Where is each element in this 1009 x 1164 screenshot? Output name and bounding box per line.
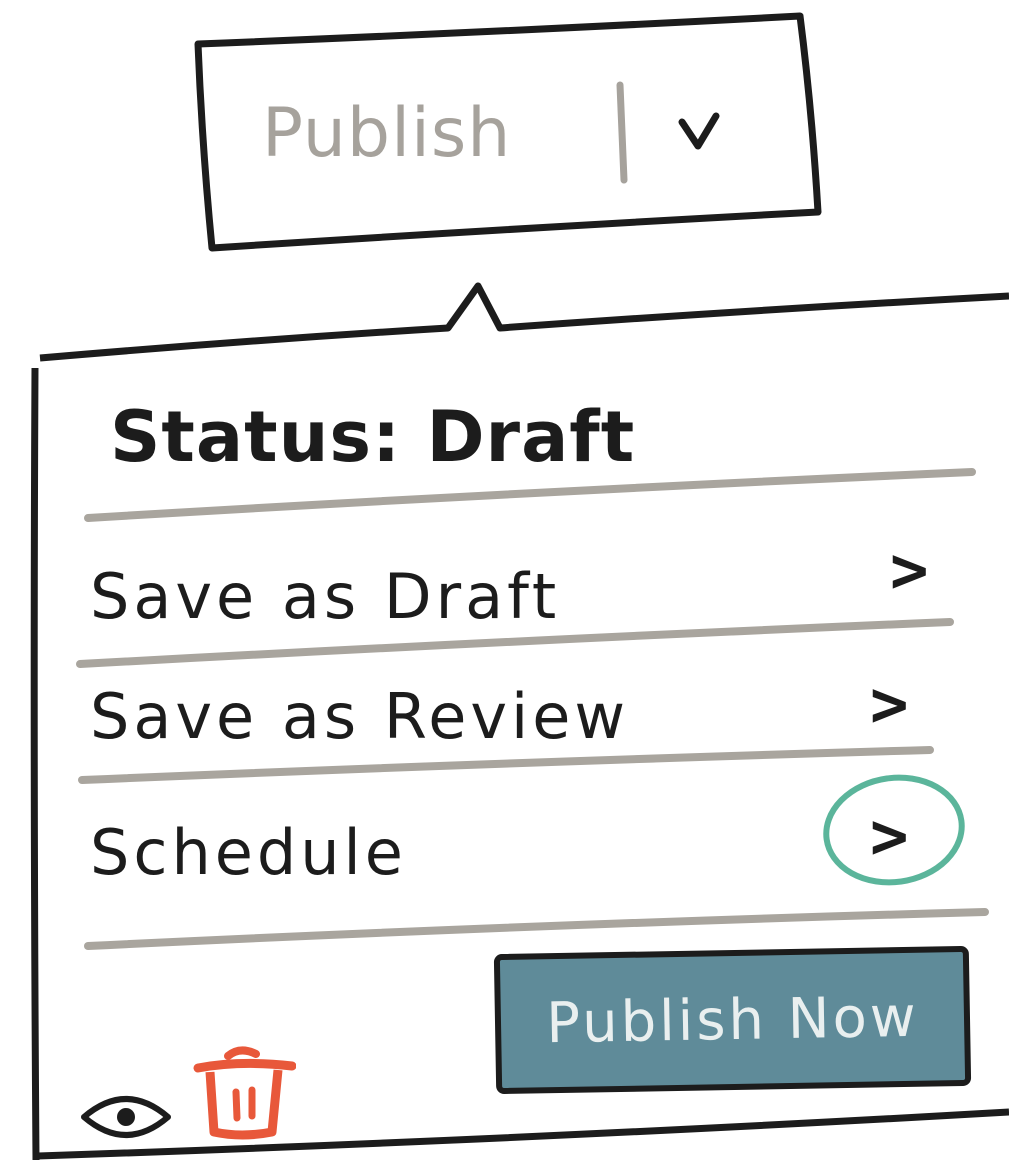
popover-top-border — [39, 282, 1009, 362]
publish-button-divider — [616, 81, 628, 184]
chevron-right-icon: > — [870, 668, 909, 742]
divider-4 — [84, 908, 989, 950]
eye-icon — [81, 1096, 171, 1138]
menu-item-label: Save as Review — [90, 680, 630, 753]
publish-now-button[interactable]: Publish Now — [493, 945, 972, 1095]
publish-dropdown-toggle[interactable] — [650, 90, 760, 180]
menu-item-label: Save as Draft — [90, 560, 561, 633]
popover-bottom-border — [37, 1108, 1009, 1160]
status-label: Status: Draft — [110, 396, 636, 478]
highlight-circle — [823, 774, 965, 886]
popover-left-border — [30, 367, 40, 1161]
delete-button[interactable] — [192, 1042, 297, 1146]
publish-button-label: Publish — [262, 94, 512, 173]
chevron-right-icon: > — [890, 534, 929, 608]
menu-item-label: Schedule — [90, 816, 407, 889]
menu-item-schedule[interactable]: Schedule > — [80, 774, 980, 910]
divider-1 — [84, 468, 976, 522]
trash-icon — [193, 1046, 297, 1140]
publish-now-label: Publish Now — [545, 984, 920, 1056]
menu-item-save-as-review[interactable]: Save as Review > — [80, 660, 980, 780]
preview-button[interactable] — [78, 1085, 174, 1153]
menu-item-save-as-draft[interactable]: Save as Draft > — [80, 530, 980, 650]
